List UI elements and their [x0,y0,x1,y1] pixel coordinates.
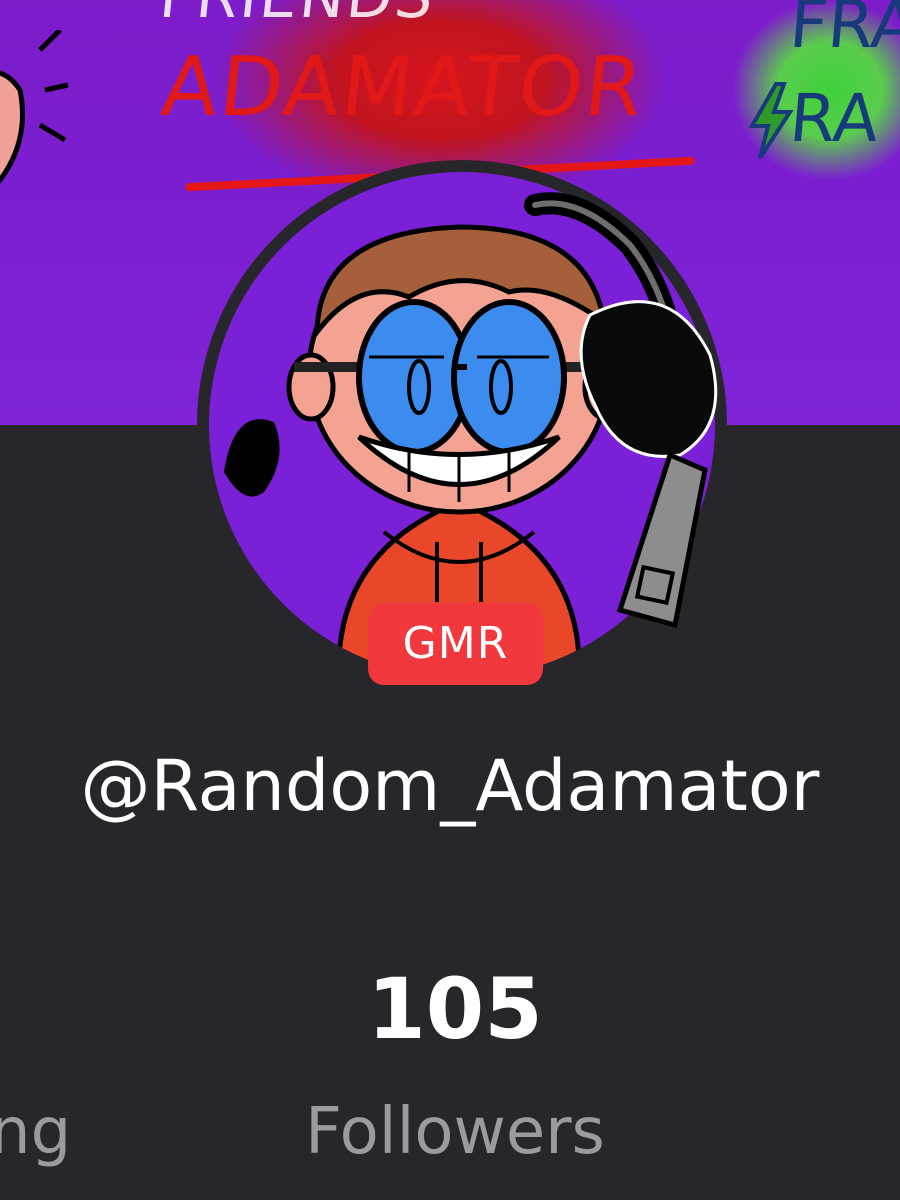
banner-top-text: FRIENDS [156,0,438,32]
headphone-doodle-icon [524,192,718,629]
banner-doodle-icon [0,30,69,184]
followers-label[interactable]: Followers [255,1095,655,1169]
gmr-badge: GMR [368,603,543,685]
banner-right-text-bottom: RA [786,80,882,157]
banner-main-text: ADAMATOR [157,40,649,135]
profile-page: FRIENDS ADAMATOR FRA RA [0,0,900,1200]
username: @Random_Adamator [80,745,820,827]
followers-count[interactable]: 105 [305,960,605,1058]
banner-right-text-top: FRA [786,0,900,63]
following-label-partial[interactable]: ng [0,1095,71,1169]
